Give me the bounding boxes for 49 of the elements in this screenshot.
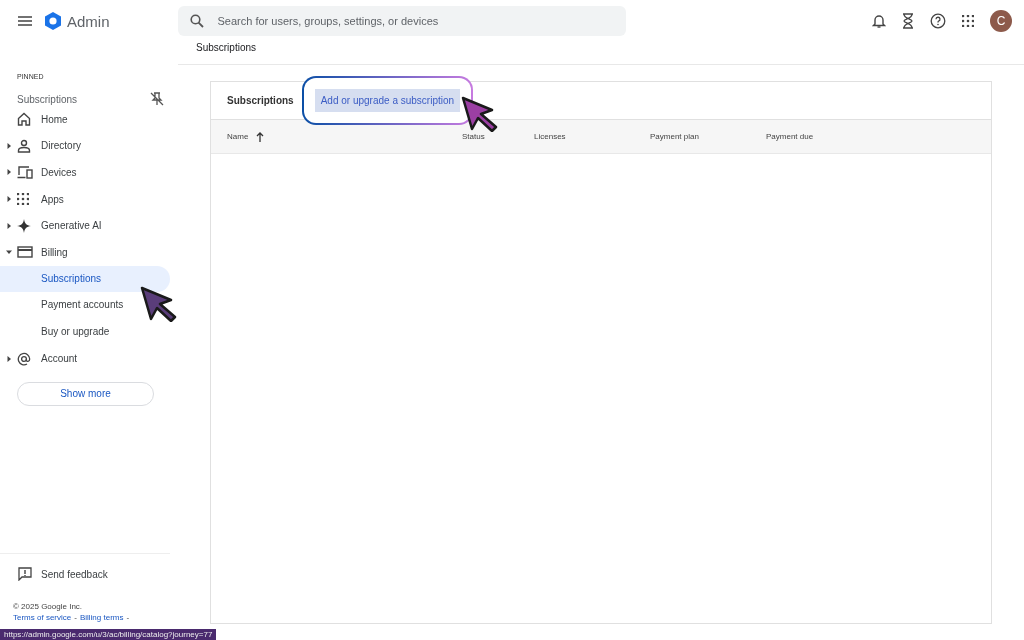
nav-item[interactable]: Home: [0, 106, 178, 133]
nav-item[interactable]: Generative AI: [0, 212, 178, 239]
nav-item[interactable]: Directory: [0, 132, 178, 160]
column-header[interactable]: Payment due: [766, 132, 814, 141]
add-subscription-button[interactable]: Add or upgrade a subscription: [314, 89, 461, 112]
terms-link[interactable]: Billing terms: [79, 612, 124, 623]
avatar[interactable]: C: [990, 10, 1012, 32]
copyright-text: © 2025 Google Inc.: [13, 601, 84, 612]
nav-item[interactable]: Apps: [0, 185, 178, 213]
person-icon: [17, 138, 31, 153]
column-header[interactable]: Status: [462, 132, 485, 141]
cursor-icon: [461, 96, 499, 132]
terms-link[interactable]: Terms of service: [13, 612, 72, 623]
feedback-icon[interactable]: [18, 567, 32, 581]
app-title: Admin: [67, 12, 110, 30]
search-bar[interactable]: Search for users, groups, settings, or devices: [177, 6, 626, 36]
cursor-icon: [140, 286, 178, 322]
nav-subitem[interactable]: Subscriptions: [0, 265, 170, 293]
breadcrumb: Subscriptions: [196, 42, 257, 53]
apps-grid-icon[interactable]: [962, 15, 974, 27]
status-url: https://admin.google.com/u/3/ac/billing/catalog?journey=77: [0, 629, 217, 640]
home-icon: [17, 112, 31, 127]
credit-card-icon: [17, 246, 33, 259]
help-icon[interactable]: [930, 13, 946, 29]
nav-item[interactable]: Account: [0, 345, 178, 372]
feedback-link[interactable]: Send feedback: [41, 568, 108, 580]
devices-icon: [17, 165, 33, 180]
menu-icon[interactable]: [18, 16, 32, 26]
hexagon-logo-icon: [43, 11, 63, 31]
pinned-link[interactable]: Subscriptions: [17, 93, 78, 105]
nav-item[interactable]: Billing: [0, 238, 178, 266]
card-title: Subscriptions: [227, 95, 294, 106]
unpin-icon[interactable]: [150, 92, 164, 106]
at-sign-icon: [17, 351, 31, 366]
column-header[interactable]: Name: [227, 132, 249, 141]
hourglass-icon[interactable]: [902, 13, 914, 29]
link-separator: -: [74, 612, 77, 623]
search-field[interactable]: Search for users, groups, settings, or devices: [215, 14, 626, 28]
search-icon: [189, 14, 204, 28]
bell-icon[interactable]: [872, 13, 886, 29]
nav-item[interactable]: Devices: [0, 159, 178, 186]
link-separator: -: [126, 612, 130, 623]
column-header[interactable]: Payment plan: [650, 132, 699, 141]
nav-subitem[interactable]: Buy or upgrade: [0, 318, 170, 346]
apps-grid-icon: [17, 193, 29, 206]
sparkle-icon: [17, 218, 31, 233]
show-more-button[interactable]: Show more: [17, 381, 154, 406]
sort-arrow-up-icon[interactable]: [256, 131, 265, 142]
column-header[interactable]: Licenses: [534, 132, 566, 141]
